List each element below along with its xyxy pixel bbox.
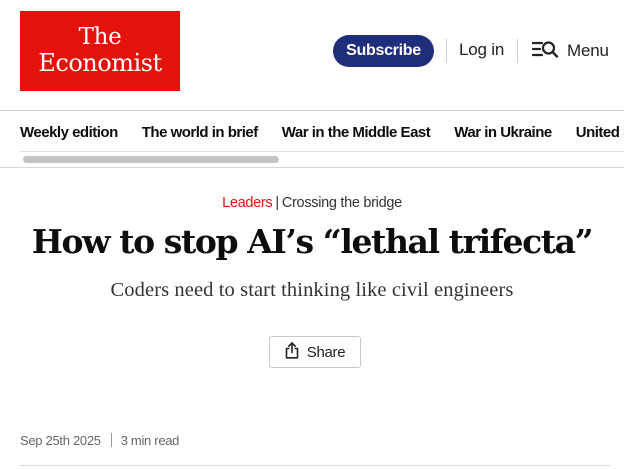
article-flytitle: Crossing the bridge <box>281 195 402 211</box>
nav-divider <box>20 151 624 152</box>
article-standfirst: Coders need to start thinking like civil… <box>110 279 514 301</box>
share-icon <box>285 342 299 362</box>
topic-nav-list: Weekly edition The world in brief War in… <box>20 124 624 142</box>
article-headline: How to stop AI’s “lethal trifecta” <box>31 222 594 261</box>
nav-item-united-states[interactable]: United States <box>576 124 624 142</box>
nav-item-war-middle-east[interactable]: War in the Middle East <box>282 124 431 142</box>
share-button[interactable]: Share <box>269 336 361 368</box>
subscribe-button[interactable]: Subscribe <box>333 35 434 67</box>
article-rubric: Leaders | Crossing the bridge <box>0 195 624 211</box>
site-header: The Economist Subscribe Log in Menu <box>0 0 624 111</box>
logo-line-economist: Economist <box>38 49 162 77</box>
nav-scrollbar[interactable] <box>20 154 624 166</box>
menu-button[interactable]: Menu <box>531 38 609 64</box>
nav-scrollbar-thumb[interactable] <box>23 156 279 163</box>
meta-divider <box>110 433 112 447</box>
share-label: Share <box>306 343 346 361</box>
nav-item-war-ukraine[interactable]: War in Ukraine <box>454 124 552 142</box>
article-date: Sep 25th 2025 <box>20 433 101 448</box>
economist-logo[interactable]: The Economist <box>20 11 180 91</box>
article-meta: Sep 25th 2025 3 min read <box>20 433 179 448</box>
article-read-time: 3 min read <box>120 433 180 448</box>
menu-label: Menu <box>567 41 609 60</box>
logo-line-the: The <box>78 24 122 50</box>
nav-item-weekly-edition[interactable]: Weekly edition <box>20 124 118 142</box>
rubric-separator: | <box>275 195 279 211</box>
header-divider <box>517 39 518 63</box>
header-divider <box>446 39 447 63</box>
nav-item-world-in-brief[interactable]: The world in brief <box>142 124 259 142</box>
login-link[interactable]: Log in <box>459 40 504 60</box>
section-link[interactable]: Leaders <box>222 195 273 211</box>
topic-nav: Weekly edition The world in brief War in… <box>0 112 624 168</box>
search-menu-icon <box>531 39 559 64</box>
meta-divider-rule <box>20 465 610 466</box>
